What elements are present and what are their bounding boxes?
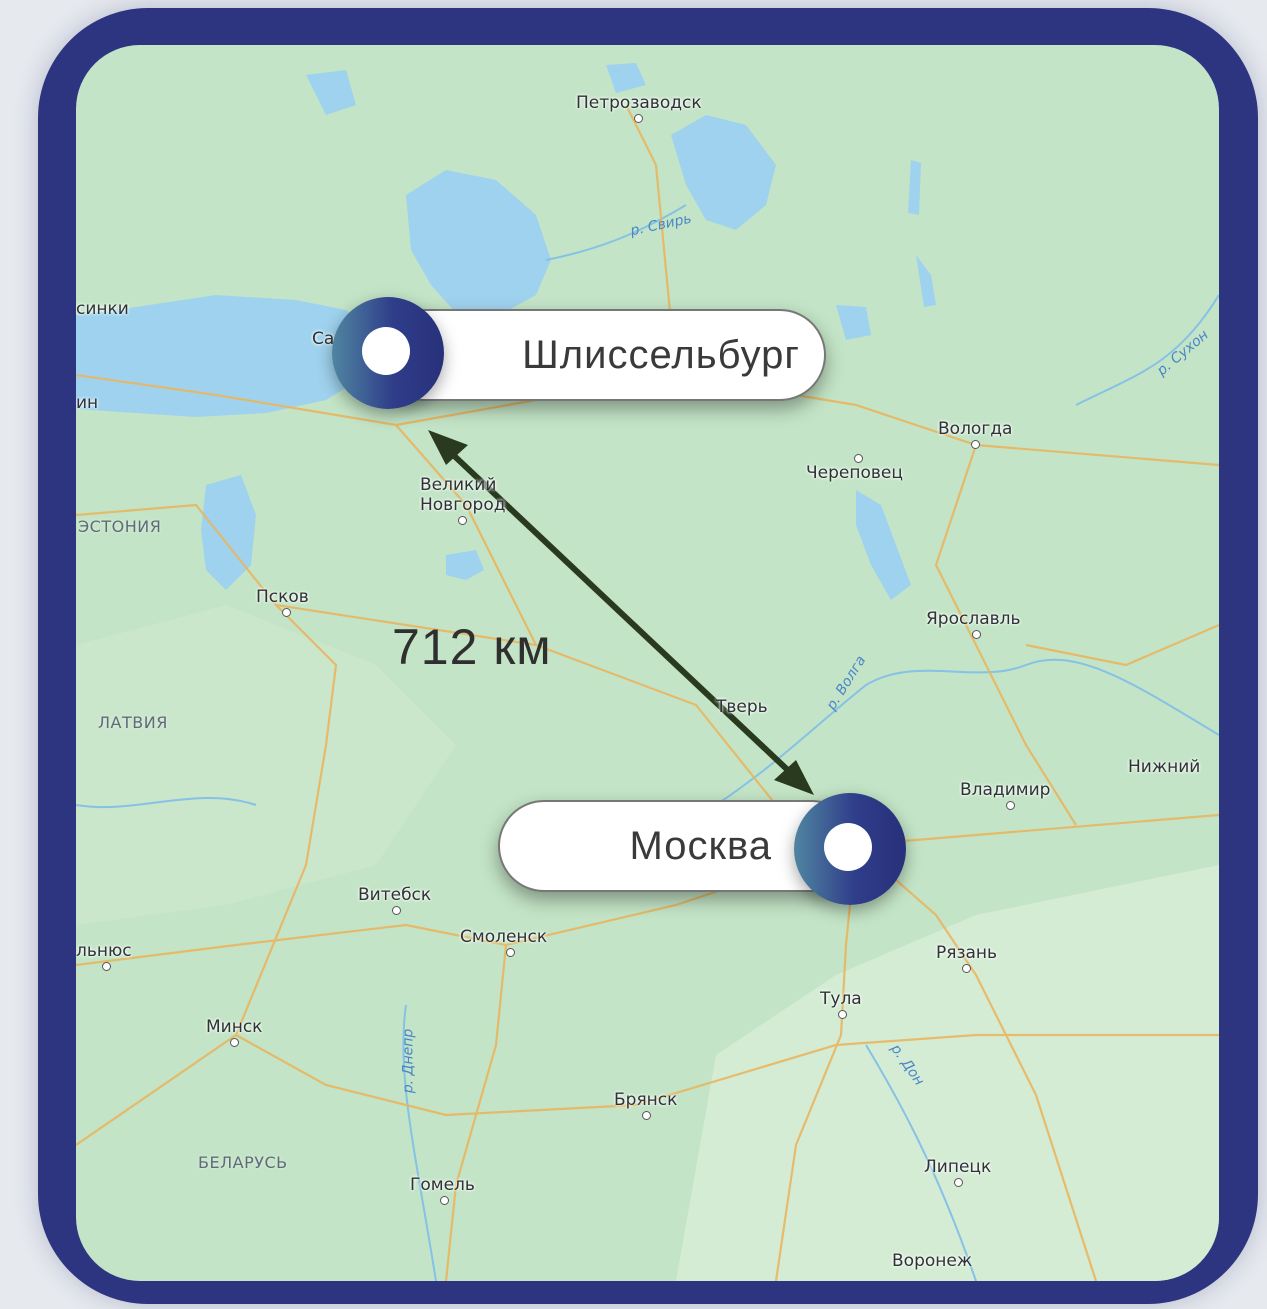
city-label-velikiy-novgorod: Великий Новгород bbox=[420, 475, 505, 525]
city-label-gomel: Гомель bbox=[410, 1175, 475, 1205]
city-label-minsk: Минск bbox=[206, 1017, 262, 1047]
origin-pin-icon[interactable] bbox=[332, 297, 444, 409]
country-label-belarus: БЕЛАРУСЬ bbox=[198, 1153, 288, 1172]
city-label-helsinki: синки bbox=[76, 299, 129, 319]
city-label-petrozavodsk: Петрозаводск bbox=[576, 93, 702, 123]
city-label-lipetsk: Липецк bbox=[924, 1157, 991, 1187]
city-label-pskov: Псков bbox=[256, 587, 309, 617]
origin-name: Шлиссельбург bbox=[522, 332, 800, 377]
country-label-latvia: ЛАТВИЯ bbox=[98, 713, 168, 732]
city-label-spb: Са bbox=[312, 329, 335, 349]
city-label-tallinn: ин bbox=[76, 393, 99, 413]
destination-name: Москва bbox=[629, 823, 772, 868]
destination-pin-icon[interactable] bbox=[794, 793, 906, 905]
lake-ladoga bbox=[406, 170, 551, 317]
map-canvas[interactable]: ЭСТОНИЯ ЛАТВИЯ БЕЛАРУСЬ р. Свирь р. Сухо… bbox=[76, 45, 1219, 1281]
city-label-yaroslavl: Ярославль bbox=[926, 609, 1021, 639]
city-label-vladimir: Владимир bbox=[960, 780, 1050, 810]
origin-label-pill[interactable]: Шлиссельбург bbox=[378, 309, 826, 401]
city-label-cherepovets: Череповец bbox=[806, 453, 903, 483]
city-label-tula: Тула bbox=[820, 989, 862, 1019]
city-label-tver: Тверь bbox=[716, 697, 768, 717]
city-label-vologda: Вологда bbox=[938, 419, 1012, 449]
city-label-smolensk: Смоленск bbox=[460, 927, 547, 957]
city-label-vitebsk: Витебск bbox=[358, 885, 431, 915]
city-label-vilnius: льнюс bbox=[76, 941, 132, 971]
route-distance-label: 712 км bbox=[392, 619, 552, 675]
city-label-bryansk: Брянск bbox=[614, 1090, 677, 1120]
river-label-dnepr: р. Днепр bbox=[400, 1028, 417, 1094]
lake-peipus bbox=[201, 475, 256, 590]
city-label-nizhniy: Нижний bbox=[1128, 757, 1201, 777]
city-label-voronezh: Воронеж bbox=[892, 1251, 973, 1271]
country-label-estonia: ЭСТОНИЯ bbox=[78, 517, 162, 536]
city-label-ryazan: Рязань bbox=[936, 943, 997, 973]
